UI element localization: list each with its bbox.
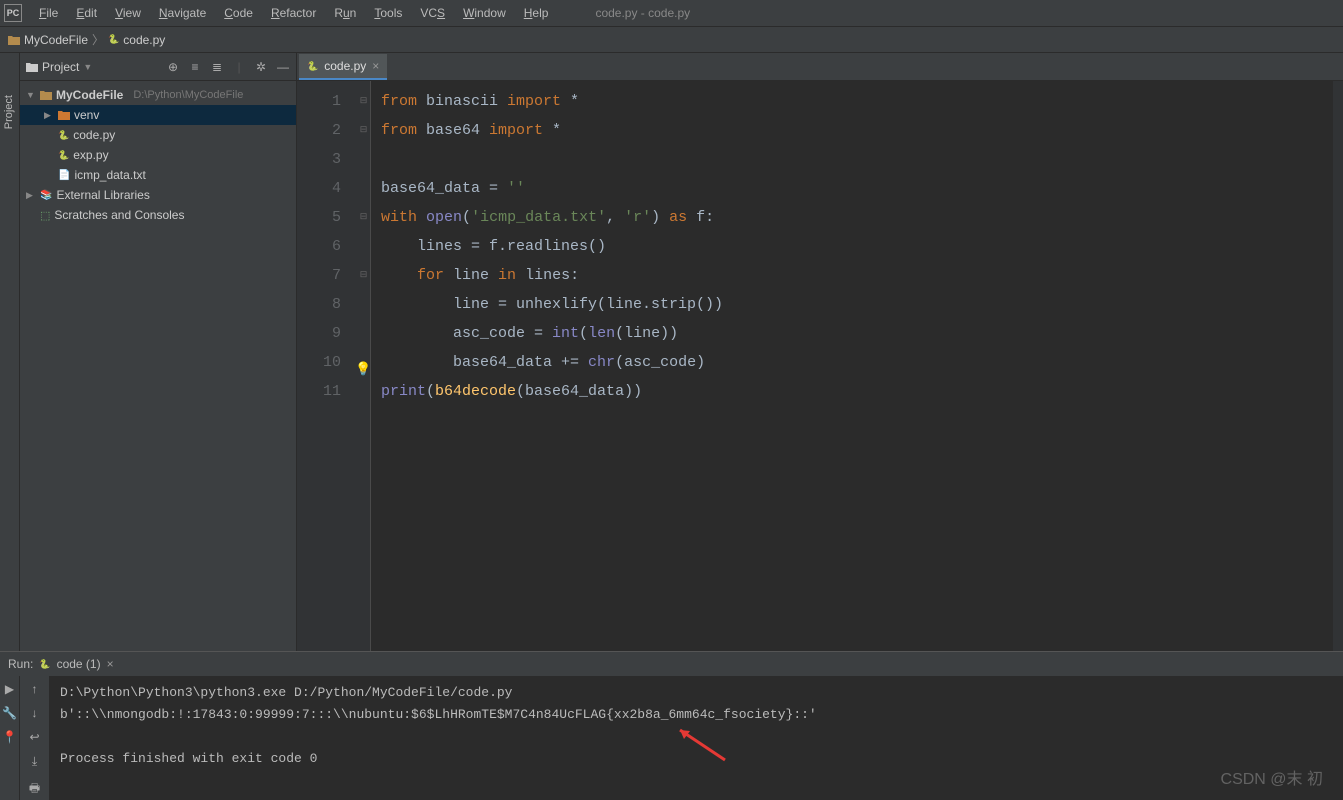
run-tool-window: Run: 🐍 code (1) × ▶ 🔧 📍 ↑ ↓ ↩ ⤓ 🖶 D:\Pyt… [0, 651, 1343, 799]
soft-wrap-icon[interactable]: ↩ [29, 730, 39, 744]
python-file-icon: 🐍 [58, 130, 69, 141]
chevron-down-icon: ▼ [83, 62, 92, 72]
run-label: Run: [8, 657, 33, 671]
tree-item-icmp-data[interactable]: 📄 icmp_data.txt [20, 165, 296, 185]
fold-gutter: ⊟⊟ ⊟⊟ 💡 [357, 81, 371, 651]
tree-root-label: MyCodeFile [56, 88, 123, 102]
line-number-gutter: 1234567891011 [297, 81, 357, 651]
intention-bulb-icon[interactable]: 💡 [355, 355, 371, 384]
chevron-down-icon[interactable]: ▼ [26, 90, 36, 100]
tab-label: code.py [324, 59, 366, 73]
tree-item-venv[interactable]: ▶ venv [20, 105, 296, 125]
left-tool-stripe[interactable]: Project [0, 53, 20, 651]
run-gutter-primary: ▶ 🔧 📍 [0, 676, 20, 800]
python-file-icon: 🐍 [108, 34, 119, 45]
folder-icon [40, 90, 52, 100]
print-icon[interactable]: 🖶 [29, 779, 40, 800]
main-menu: File Edit View Navigate Code Refactor Ru… [32, 3, 555, 23]
tree-external-libraries[interactable]: ▶ 📚 External Libraries [20, 185, 296, 205]
tree-root-path: D:\Python\MyCodeFile [133, 89, 243, 101]
menu-navigate[interactable]: Navigate [152, 3, 213, 23]
watermark: CSDN @末 初 [1221, 765, 1323, 789]
window-title: code.py - code.py [595, 6, 690, 20]
menu-vcs[interactable]: VCS [413, 3, 452, 23]
title-bar: PC File Edit View Navigate Code Refactor… [0, 0, 1343, 27]
main-area: Project Project ▼ ⊕ ≡ ≣ | ✲ — ▼ MyCodeFi… [0, 53, 1343, 651]
folder-icon [58, 110, 70, 120]
run-target[interactable]: code (1) [57, 657, 101, 671]
down-arrow-icon[interactable]: ↓ [32, 706, 38, 720]
breadcrumb-file-label: code.py [123, 33, 165, 47]
python-file-icon: 🐍 [39, 659, 50, 670]
scroll-to-end-icon[interactable]: ⤓ [32, 754, 37, 769]
code-editor[interactable]: 1234567891011 ⊟⊟ ⊟⊟ 💡 from binascii impo… [297, 81, 1343, 651]
menu-refactor[interactable]: Refactor [264, 3, 323, 23]
wrench-icon[interactable]: 🔧 [2, 706, 17, 720]
project-tool-button[interactable]: Project [3, 95, 15, 129]
rerun-icon[interactable]: ▶ [5, 682, 14, 696]
collapse-all-icon[interactable]: ≣ [210, 60, 224, 74]
python-file-icon: 🐍 [58, 150, 69, 161]
tree-scratches[interactable]: ⬚ Scratches and Consoles [20, 205, 296, 225]
chevron-right-icon[interactable]: ▶ [26, 190, 36, 201]
project-pane: Project ▼ ⊕ ≡ ≣ | ✲ — ▼ MyCodeFile D:\Py… [20, 53, 297, 651]
expand-all-icon[interactable]: ≡ [188, 60, 202, 74]
folder-icon [26, 62, 38, 72]
breadcrumb-file[interactable]: 🐍 code.py [108, 33, 165, 47]
python-file-icon: 🐍 [307, 61, 318, 72]
close-icon[interactable]: × [372, 59, 379, 73]
tree-root[interactable]: ▼ MyCodeFile D:\Python\MyCodeFile [20, 85, 296, 105]
project-header: Project ▼ ⊕ ≡ ≣ | ✲ — [20, 53, 296, 81]
menu-file[interactable]: File [32, 3, 65, 23]
hide-icon[interactable]: — [276, 60, 290, 74]
tree-item-exp-py[interactable]: 🐍 exp.py [20, 145, 296, 165]
pin-icon[interactable]: 📍 [2, 730, 17, 744]
menu-window[interactable]: Window [456, 3, 513, 23]
project-header-title[interactable]: Project ▼ [26, 60, 92, 74]
code-content[interactable]: from binascii import *from base64 import… [371, 81, 1333, 651]
error-stripe[interactable] [1333, 81, 1343, 651]
editor-tab-code-py[interactable]: 🐍 code.py × [299, 54, 387, 80]
run-gutter-secondary: ↑ ↓ ↩ ⤓ 🖶 [20, 676, 50, 800]
run-header: Run: 🐍 code (1) × [0, 652, 1343, 676]
up-arrow-icon[interactable]: ↑ [32, 682, 38, 696]
text-file-icon: 📄 [58, 170, 70, 181]
breadcrumb-root[interactable]: MyCodeFile [8, 33, 88, 47]
library-icon: 📚 [40, 190, 52, 201]
gear-icon[interactable]: ✲ [254, 60, 268, 74]
scratches-icon: ⬚ [40, 209, 50, 222]
editor-tab-bar: 🐍 code.py × [297, 53, 1343, 81]
folder-icon [8, 35, 20, 45]
run-output[interactable]: D:\Python\Python3\python3.exe D:/Python/… [50, 676, 1343, 800]
app-icon: PC [4, 4, 22, 22]
breadcrumb-separator-icon: 〉 [92, 31, 104, 48]
locate-icon[interactable]: ⊕ [166, 60, 180, 74]
menu-edit[interactable]: Edit [69, 3, 104, 23]
menu-code[interactable]: Code [217, 3, 260, 23]
divider: | [232, 60, 246, 74]
breadcrumb: MyCodeFile 〉 🐍 code.py [0, 27, 1343, 53]
chevron-right-icon[interactable]: ▶ [44, 110, 54, 121]
editor-area: 🐍 code.py × 1234567891011 ⊟⊟ ⊟⊟ 💡 from b… [297, 53, 1343, 651]
menu-tools[interactable]: Tools [367, 3, 409, 23]
menu-help[interactable]: Help [517, 3, 556, 23]
tree-item-code-py[interactable]: 🐍 code.py [20, 125, 296, 145]
menu-run[interactable]: Run [327, 3, 363, 23]
menu-view[interactable]: View [108, 3, 148, 23]
close-icon[interactable]: × [107, 657, 114, 671]
breadcrumb-root-label: MyCodeFile [24, 33, 88, 47]
project-tree[interactable]: ▼ MyCodeFile D:\Python\MyCodeFile ▶ venv… [20, 81, 296, 229]
